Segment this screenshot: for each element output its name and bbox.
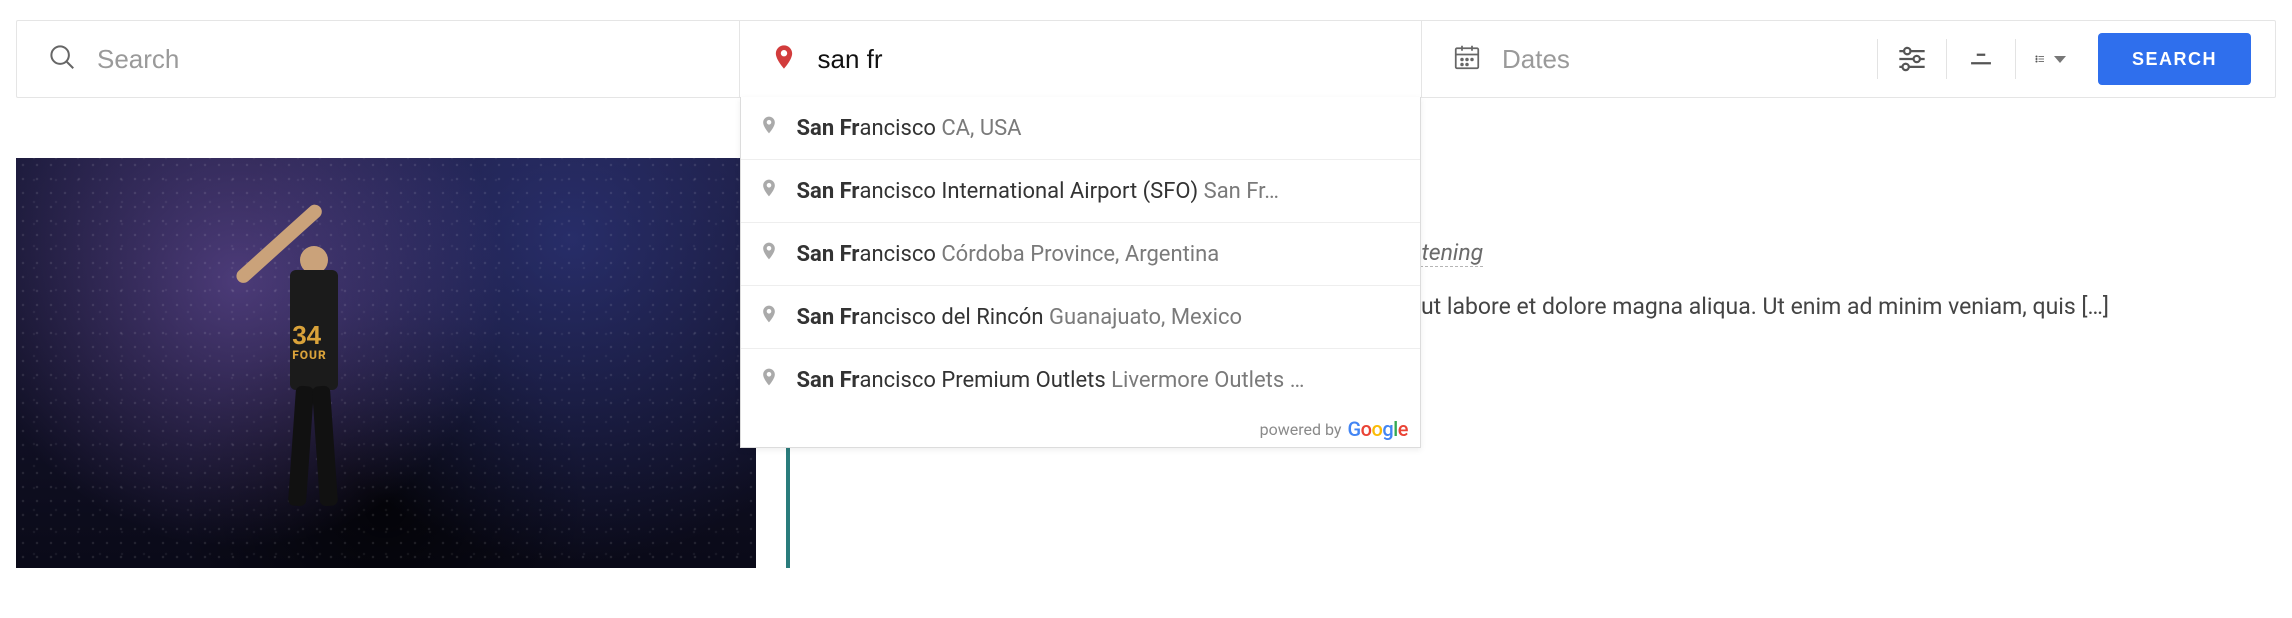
autocomplete-item[interactable]: San Francisco Premium Outlets Livermore … [741, 349, 1421, 411]
autocomplete-item[interactable]: San Francisco CA, USA [741, 97, 1421, 160]
search-submit-button[interactable]: SEARCH [2098, 33, 2251, 85]
map-pin-icon [770, 43, 798, 75]
autocomplete-attribution: powered by Google [741, 411, 1421, 447]
autocomplete-item[interactable]: San Francisco International Airport (SFO… [741, 160, 1421, 223]
sort-button[interactable] [2016, 34, 2084, 84]
dates-section[interactable] [1422, 21, 1867, 97]
map-pin-icon [759, 304, 779, 330]
keyword-input[interactable] [97, 44, 709, 75]
dates-input[interactable] [1502, 44, 1837, 75]
map-pin-icon [759, 178, 779, 204]
toolbar: SEARCH [1867, 21, 2275, 97]
location-autocomplete: San Francisco CA, USA San Francisco Inte… [740, 97, 1422, 448]
autocomplete-item[interactable]: San Francisco del Rincón Guanajuato, Mex… [741, 286, 1421, 349]
google-logo: Google [1347, 417, 1408, 441]
location-input[interactable] [818, 44, 1392, 75]
result-image[interactable]: 34FOUR [16, 158, 756, 568]
filters-button[interactable] [1878, 34, 1946, 84]
result-category: Easy Listening [1290, 236, 2276, 270]
chevron-down-icon [2054, 56, 2066, 63]
search-bar: San Francisco CA, USA San Francisco Inte… [16, 20, 2276, 98]
calendar-icon [1452, 42, 1482, 76]
map-pin-icon [759, 241, 779, 267]
layout-toggle-button[interactable] [1947, 34, 2015, 84]
map-pin-icon [759, 115, 779, 141]
search-icon [47, 42, 77, 76]
location-section: San Francisco CA, USA San Francisco Inte… [740, 21, 1423, 97]
result-time: All Day [1290, 188, 2276, 222]
keyword-section [17, 21, 740, 97]
map-pin-icon [759, 367, 779, 393]
autocomplete-item[interactable]: San Francisco Córdoba Province, Argentin… [741, 223, 1421, 286]
